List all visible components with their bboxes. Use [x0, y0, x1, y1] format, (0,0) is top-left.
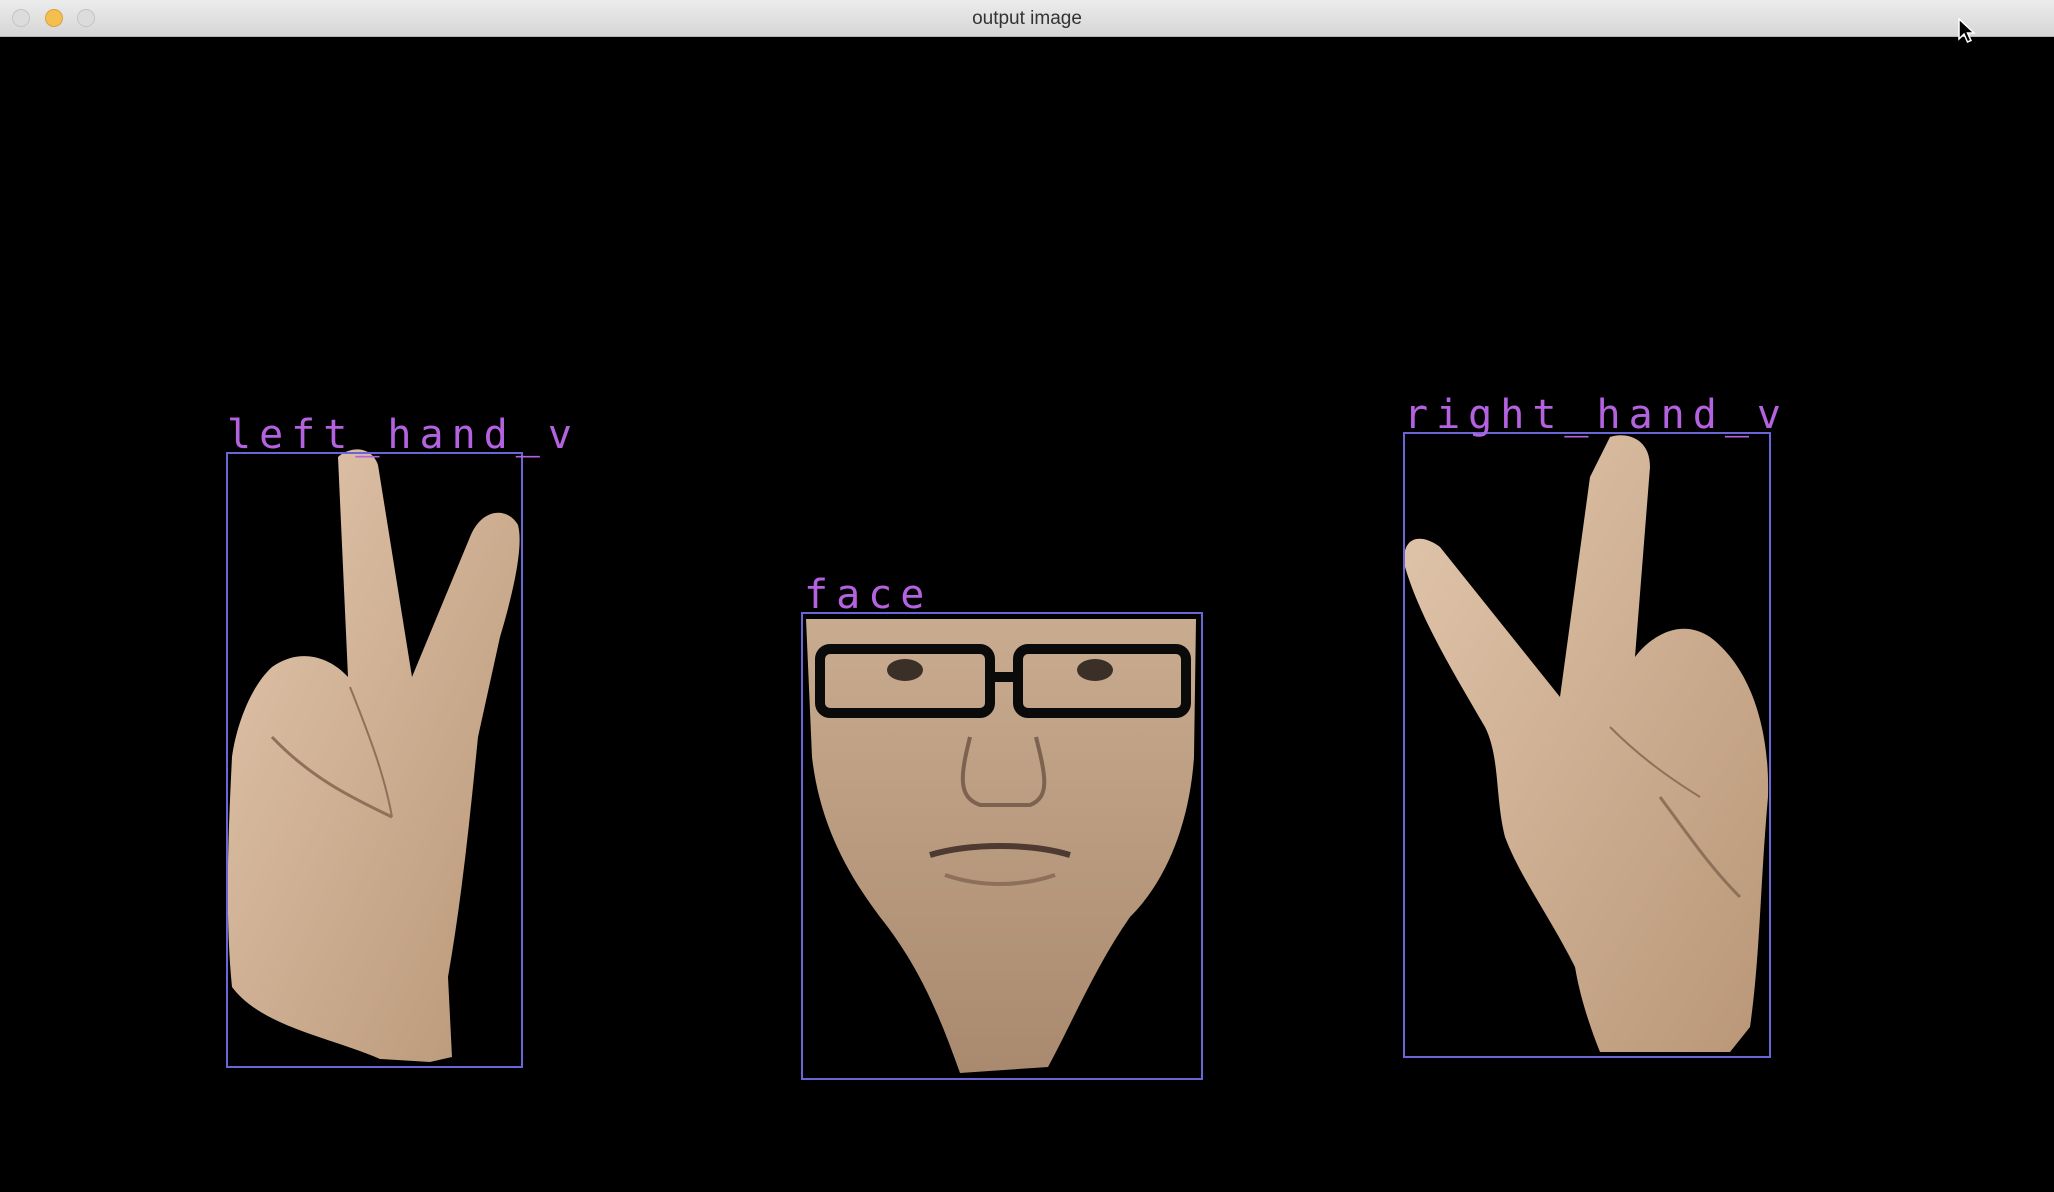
image-canvas: left_hand_v face right_hand_v — [0, 37, 2054, 1192]
title-bar[interactable]: output image — [0, 0, 2054, 37]
detection-scene: left_hand_v face right_hand_v — [226, 392, 1789, 1080]
face-image — [806, 619, 1196, 1073]
left-hand-label: left_hand_v — [227, 412, 580, 458]
face-label: face — [804, 572, 932, 618]
output-image-window: output image left_hand_v face right_hand… — [0, 0, 2054, 1192]
left-hand-image — [227, 449, 520, 1062]
right-hand-image — [1404, 435, 1769, 1053]
right-hand-label: right_hand_v — [1404, 392, 1789, 438]
window-title: output image — [972, 8, 1082, 29]
mouse-cursor-icon — [1958, 18, 1976, 43]
